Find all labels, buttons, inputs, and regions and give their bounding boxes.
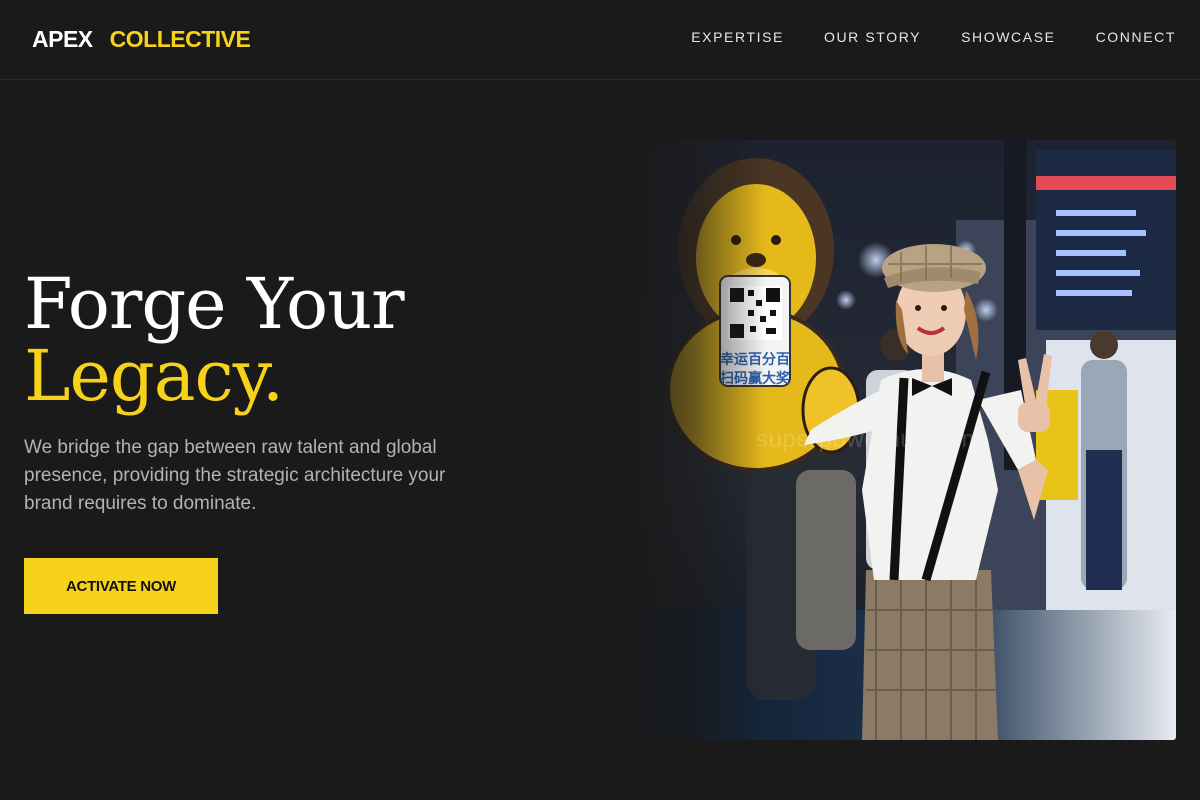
nav-link-connect[interactable]: CONNECT [1096, 29, 1176, 45]
logo[interactable]: APEX COLLECTIVE [32, 26, 251, 53]
activate-now-button[interactable]: ACTIVATE NOW [24, 558, 218, 614]
nav-link-our-story[interactable]: OUR STORY [824, 29, 921, 45]
nav-link-showcase[interactable]: SHOWCASE [961, 29, 1055, 45]
logo-word-collective: COLLECTIVE [109, 26, 251, 52]
logo-word-apex: APEX [32, 26, 93, 52]
site-header: APEX COLLECTIVE EXPERTISE OUR STORY SHOWC… [0, 0, 1200, 80]
headline-line-1: Forge Your [24, 263, 405, 345]
image-left-fade [626, 140, 766, 740]
hero-headline: Forge Your Legacy. [24, 263, 405, 417]
main-nav: EXPERTISE OUR STORY SHOWCASE CONNECT [651, 29, 1176, 45]
hero-description: We bridge the gap between raw talent and… [24, 437, 446, 514]
headline-line-2: Legacy. [24, 335, 284, 417]
hero-image: 幸运百分百 扫码赢大奖 [626, 140, 1176, 740]
nav-link-expertise[interactable]: EXPERTISE [691, 29, 784, 45]
image-watermark: superpowerhub.com [756, 426, 982, 453]
